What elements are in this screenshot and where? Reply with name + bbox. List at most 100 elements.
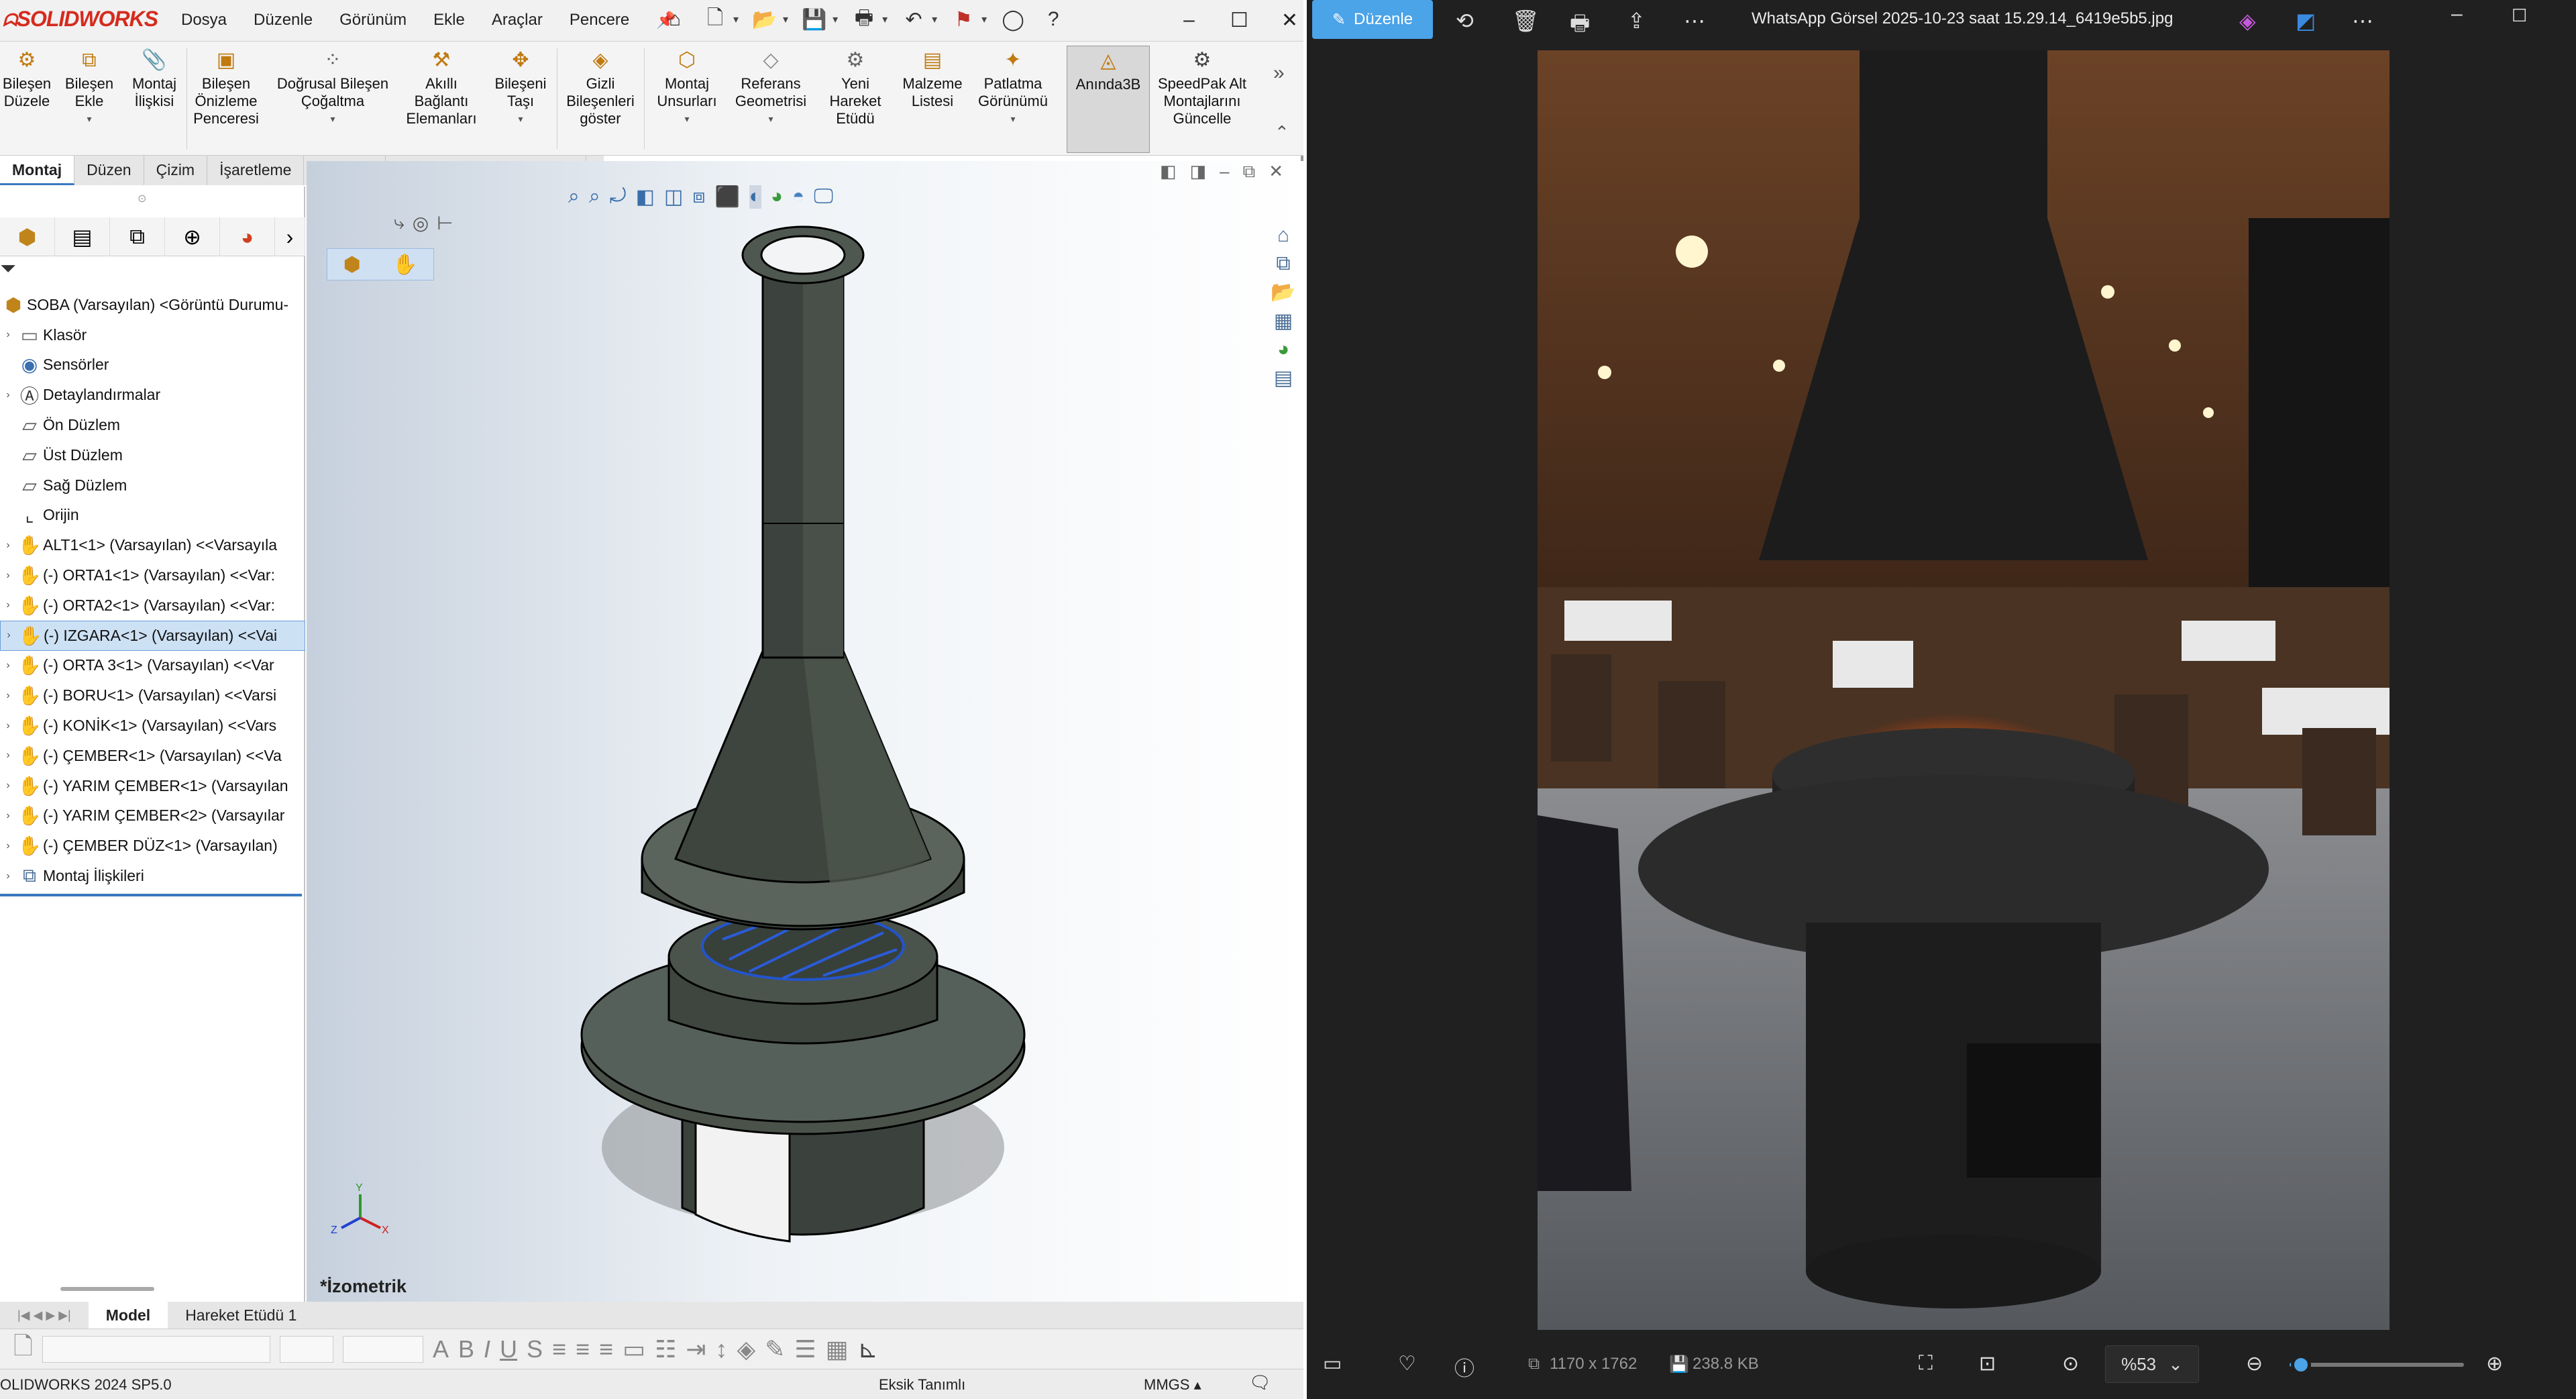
hatch-icon[interactable]: ▦ [826,1335,849,1363]
tree-item[interactable]: ▱ Ön Düzlem [0,410,305,440]
tab-motion-study[interactable]: Hareket Etüdü 1 [168,1306,314,1325]
horizontal-scrollbar[interactable] [60,1287,154,1291]
tree-item[interactable]: › ✋ (-) ORTA1<1> (Varsayılan) <<Var: [0,560,305,590]
menu-araclar[interactable]: Araçlar [492,11,543,30]
ribbon-button[interactable]: ⚙ Yeni Hareket Etüdü [820,46,891,127]
filter-icon[interactable]: ⏷ [0,258,16,280]
expand-arrow-icon[interactable]: › [0,870,16,882]
zoom-slider[interactable] [2290,1355,2464,1375]
tree-item[interactable]: ◉ Sensörler [0,350,305,380]
zoom-slider-knob[interactable] [2291,1355,2311,1375]
tree-item[interactable]: › ✋ (-) ORTA 3<1> (Varsayılan) <<Var [0,651,305,681]
solidworks-logo[interactable]: ᗣSOLIDWORKS [3,7,158,32]
favorite-icon[interactable]: ♡ [1398,1352,1416,1376]
tree-item[interactable]: ▱ Üst Düzlem [0,440,305,470]
expand-arrow-icon[interactable]: › [0,329,16,341]
ribbon-button[interactable]: ✦ Patlatma Görünümü ▾ [974,46,1052,127]
tree-item[interactable]: › ✋ (-) BORU<1> (Varsayılan) <<Varsi [0,680,305,711]
tree-item[interactable]: ⌞ Orijin [0,501,305,531]
crop-icon[interactable]: ⊙ [2062,1352,2079,1376]
zoom-out-icon[interactable]: ⊖ [2246,1352,2263,1376]
tree-item[interactable]: › Ⓐ Detaylandırmalar [0,380,305,410]
tree-item[interactable]: › ✋ (-) ÇEMBER DÜZ<1> (Varsayılan) [0,831,305,861]
tree-item[interactable]: › ✋ (-) YARIM ÇEMBER<2> (Varsayılar [0,801,305,831]
line-spacing-icon[interactable]: ↕ [716,1335,728,1363]
font-size-input[interactable] [342,1335,423,1363]
tab-scroll-arrows[interactable]: |◀ ◀ ▶ ▶| [0,1308,89,1323]
align-center-icon[interactable]: ≡ [576,1335,590,1363]
line-style-icon[interactable]: ☰ [794,1335,816,1363]
rebuild-icon[interactable]: ⚑ [949,5,977,34]
ribbon-button[interactable]: ⬡ Montaj Unsurları ▾ [648,46,726,127]
zoom-in-icon[interactable]: ⊕ [2486,1352,2503,1376]
tab-duzen[interactable]: Düzen [74,156,144,185]
menu-gorunum[interactable]: Görünüm [339,11,407,30]
chevron-right-icon[interactable]: » [1273,62,1285,85]
align-right-icon[interactable]: ≡ [599,1335,613,1363]
expand-arrow-icon[interactable]: › [1,629,17,641]
user-icon[interactable]: ◯ [999,5,1027,34]
tree-item[interactable]: › ✋ (-) KONİK<1> (Varsayılan) <<Vars [0,711,305,741]
rotate-icon[interactable]: ⟲ [1456,8,1474,34]
splitter-handle[interactable]: ⊙ [138,192,146,205]
designer-icon[interactable]: ◩ [2296,8,2316,34]
ribbon-button-active[interactable]: ◬ Anında3B [1067,46,1150,153]
axis-icon[interactable]: ⊾ [858,1335,878,1363]
undo-icon[interactable]: ↶ [900,5,928,34]
expand-arrow-icon[interactable]: › [0,780,16,792]
menu-duzenle[interactable]: Düzenle [254,11,313,30]
tree-item[interactable]: › ⧉ Montaj İlişkileri [0,861,305,891]
chat-icon[interactable]: 🗨 [1249,1372,1271,1393]
open-folder-icon[interactable]: 📂 [751,5,779,34]
tree-item[interactable]: › ✋ (-) ÇEMBER<1> (Varsayılan) <<Va [0,741,305,771]
more-menu-icon[interactable]: ⋯ [2352,8,2373,34]
dimxpert-tab-icon[interactable]: ⊕ [165,217,220,256]
line-color-icon[interactable]: ✎ [765,1335,785,1363]
expand-arrow-icon[interactable]: › [0,660,16,672]
save-icon[interactable]: 💾 [800,5,828,34]
tab-cizim[interactable]: Çizim [144,156,208,185]
underline-icon[interactable]: U [500,1335,517,1363]
expand-arrow-icon[interactable]: › [0,599,16,611]
tree-item[interactable]: ▱ Sağ Düzlem [0,470,305,501]
ribbon-button[interactable]: ⚒ Akıllı Bağlantı Elemanları [401,46,482,127]
tab-model[interactable]: Model [88,1302,168,1329]
chevron-right-icon[interactable]: › [275,217,305,256]
ribbon-button[interactable]: 📎 Montaj İlişkisi [126,46,182,110]
property-manager-tab-icon[interactable]: ▤ [55,217,110,256]
expand-arrow-icon[interactable]: › [0,840,16,852]
configuration-tab-icon[interactable]: ⧉ [110,217,165,256]
graphics-area[interactable]: ⌕ ⌕ ⤾ ◧ ◫ ⧈ ⬛ ◐ ◕ ◓ 🖵 ◧ ◨ – ⧉ ✕ ⤷ ◎ ⊢ ⬢ … [307,161,1303,1312]
menu-dosya[interactable]: Dosya [181,11,227,30]
units-selector[interactable]: MMGS ▴ [1144,1376,1201,1394]
expand-arrow-icon[interactable]: › [0,749,16,762]
ribbon-button[interactable]: ✥ Bileşeni Taşı ▾ [488,46,553,127]
tree-item[interactable]: › ✋ (-) IZGARA<1> (Varsayılan) <<Vai [0,620,305,651]
help-icon[interactable]: ? [1039,5,1067,34]
minimize-icon[interactable]: – [2451,3,2463,25]
photo-image[interactable] [1538,50,2390,1330]
bold-b-icon[interactable]: B [458,1335,474,1363]
maximize-icon[interactable]: ☐ [1214,4,1265,36]
maximize-icon[interactable]: ☐ [2512,5,2527,26]
more-options-icon[interactable]: ⋯ [1684,8,1705,34]
menu-pencere[interactable]: Pencere [570,11,629,30]
share-icon[interactable]: ⇪ [1627,8,1646,34]
tree-item[interactable]: › ✋ ALT1<1> (Varsayılan) <<Varsayıla [0,530,305,560]
expand-arrow-icon[interactable]: › [0,690,16,702]
ribbon-button[interactable]: ▤ Malzeme Listesi [896,46,969,110]
new-document-icon[interactable]: 🗋 [701,5,729,34]
delete-icon[interactable]: 🗑 [1512,8,1540,34]
feature-tree-tab-icon[interactable]: ⬢ [0,217,55,256]
zoom-select[interactable]: %53 ⌄ [2105,1345,2199,1383]
expand-arrow-icon[interactable]: › [0,570,16,582]
tree-item[interactable]: › ✋ (-) ORTA2<1> (Varsayılan) <<Var: [0,590,305,621]
menu-ekle[interactable]: Ekle [433,11,465,30]
tree-item[interactable]: › ▭ Klasör [0,320,305,350]
tab-isaretleme[interactable]: İşaretleme [207,156,305,185]
home-icon[interactable]: ⌂ [661,5,689,34]
print-icon[interactable]: 🖶 [1570,8,1590,44]
ribbon-button[interactable]: ⧉ Bileşen Ekle ▾ [60,46,118,127]
stove-3d-model[interactable]: Y X Z [307,161,1303,1312]
italic-icon[interactable]: I [484,1335,490,1363]
